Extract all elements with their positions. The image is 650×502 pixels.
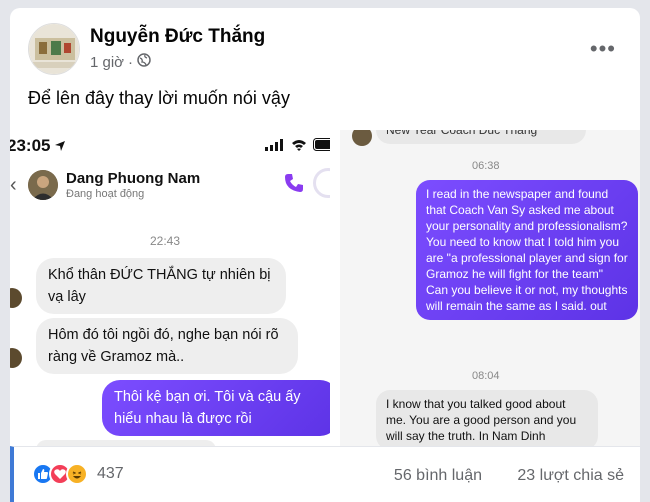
message-bubble-outgoing: I read in the newspaper and found that C… — [416, 180, 638, 320]
right-chat-screenshot: New Year Coach Duc Thang 06:38 I read in… — [340, 130, 640, 446]
reaction-count[interactable]: 437 — [97, 465, 124, 483]
reactions[interactable]: 437 — [32, 463, 124, 485]
left-chat-screenshot: 23:05 ‹ Dang Phuong Nam Đang hoạt động 2… — [10, 130, 330, 446]
post-caption: Để lên đây thay lời muốn nói vậy — [28, 88, 290, 108]
location-arrow-icon — [54, 139, 66, 157]
message-bubble-partial: New Year Coach Duc Thang — [376, 130, 586, 144]
status-time: 23:05 — [10, 136, 51, 155]
phone-icon[interactable] — [283, 172, 305, 199]
author-name[interactable]: Nguyễn Đức Thắng — [90, 26, 265, 48]
battery-icon — [313, 138, 330, 151]
author-avatar[interactable] — [28, 23, 80, 75]
more-options-icon[interactable]: ••• — [590, 36, 616, 62]
haha-icon — [66, 463, 88, 485]
sender-avatar — [10, 348, 22, 368]
video-call-icon[interactable] — [313, 168, 330, 198]
chat-timestamp: 08:04 — [472, 370, 500, 382]
back-chevron-icon[interactable]: ‹ — [10, 174, 17, 197]
status-icons — [265, 138, 330, 151]
post-meta: 1 giờ · — [90, 53, 151, 71]
message-bubble: Khổ thân ĐỨC THẮNG tự nhiên bị vạ lây — [36, 258, 286, 314]
comments-count[interactable]: 56 bình luận — [394, 467, 482, 485]
message-bubble: I know that you talked good about me. Yo… — [376, 390, 598, 446]
chat-timestamp: 22:43 — [150, 234, 181, 248]
sender-avatar — [352, 130, 372, 146]
message-bubble-outgoing: Thôi kệ bạn ơi. Tôi và cậu ấy hiểu nhau … — [102, 380, 330, 436]
post-time[interactable]: 1 giờ — [90, 54, 124, 71]
post-footer: 437 56 bình luận 23 lượt chia sẻ — [10, 446, 640, 502]
post-card: Nguyễn Đức Thắng 1 giờ · ••• Để lên đây … — [10, 8, 640, 502]
contact-name[interactable]: Dang Phuong Nam — [66, 170, 200, 187]
sender-avatar — [10, 288, 22, 308]
message-bubble: Hôm đó tôi ngồi đó, nghe bạn nói rõ ràng… — [36, 318, 298, 374]
signal-icon — [265, 138, 283, 151]
chat-timestamp: 06:38 — [472, 160, 500, 172]
shares-count[interactable]: 23 lượt chia sẻ — [517, 467, 624, 485]
globe-icon — [137, 53, 151, 71]
post-image[interactable]: 23:05 ‹ Dang Phuong Nam Đang hoạt động 2… — [10, 130, 640, 446]
contact-status: Đang hoạt động — [66, 188, 145, 200]
wifi-icon — [292, 139, 306, 151]
contact-avatar[interactable] — [28, 170, 58, 200]
